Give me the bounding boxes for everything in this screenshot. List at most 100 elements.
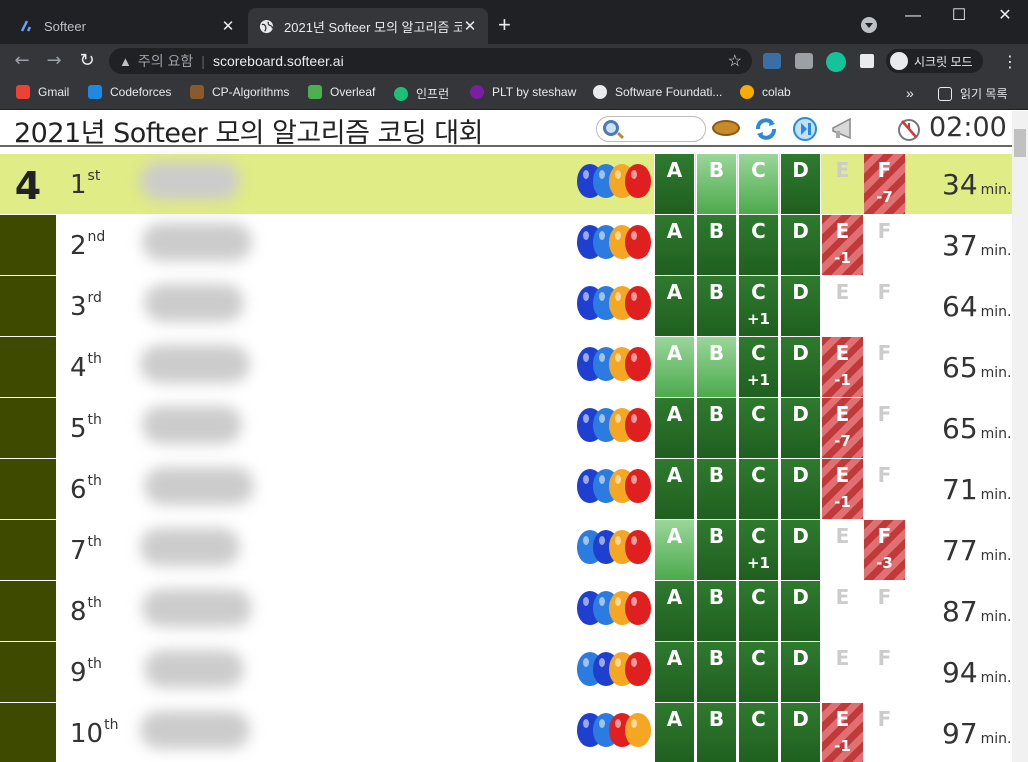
problem-cell-e[interactable]: E -1 [822,703,863,762]
problem-cell-d[interactable]: D [780,520,821,580]
bookmark-gmail[interactable]: Gmail [16,85,69,99]
problem-cell-a[interactable]: A [654,703,695,762]
play-pause-icon[interactable] [792,116,818,142]
scrollbar-thumb[interactable] [1014,129,1026,157]
problem-cell-a[interactable]: A [654,276,695,336]
problem-cell-f[interactable]: F [864,459,905,519]
problem-cell-e[interactable]: E [822,642,863,702]
address-bar[interactable]: ▲ 주의 요함 | scoreboard.softeer.ai ☆ [109,48,752,74]
bookmark-plt[interactable]: PLT by steshaw [470,85,576,99]
bookmark-overleaf[interactable]: Overleaf [308,85,375,99]
refresh-icon[interactable] [753,116,779,142]
problem-cell-f[interactable]: F [864,337,905,397]
bookmark-inflearn[interactable]: 인프런 [394,85,449,102]
problem-cell-f[interactable]: F [864,581,905,641]
kebab-menu-icon[interactable]: ⋮ [1002,52,1018,71]
problem-cell-d[interactable]: D [780,581,821,641]
problem-cell-b[interactable]: B [696,276,737,336]
maximize-button[interactable]: ☐ [944,4,974,28]
minimize-button[interactable]: — [898,4,928,28]
bookmark-cp-algorithms[interactable]: CP-Algorithms [190,85,289,99]
problem-cell-b[interactable]: B [696,642,737,702]
chart-extension-icon[interactable] [795,53,813,69]
bookmark-star-icon[interactable]: ☆ [728,51,742,71]
problem-cell-a[interactable]: A [654,520,695,580]
problem-cell-e[interactable]: E [822,154,863,214]
problem-cell-b[interactable]: B [696,703,737,762]
problem-cell-c[interactable]: C [738,154,779,214]
problem-cell-e[interactable]: E [822,520,863,580]
close-window-button[interactable]: ✕ [990,4,1020,28]
problem-cell-b[interactable]: B [696,215,737,275]
time-unit: min. [980,487,1012,503]
problem-cell-a[interactable]: A [654,215,695,275]
problem-cell-c[interactable]: C +1 [738,276,779,336]
problem-cell-c[interactable]: C [738,459,779,519]
cp-algorithms-icon [190,85,204,99]
problem-cell-e[interactable]: E -1 [822,459,863,519]
more-bookmarks-icon[interactable]: » [906,85,914,101]
problem-cell-e[interactable]: E [822,581,863,641]
close-tab-icon[interactable]: ✕ [220,17,236,35]
extension-icon[interactable] [763,53,781,69]
tab-scoreboard[interactable]: 2021년 Softeer 모의 알고리즘 코딩 대회 ✕ [248,8,488,44]
problem-cell-f[interactable]: F [864,215,905,275]
problem-cell-a[interactable]: A [654,459,695,519]
problem-cell-e[interactable]: E -1 [822,215,863,275]
problem-cell-c[interactable]: C [738,581,779,641]
tab-softeer[interactable]: Softeer ✕ [8,8,246,44]
problem-cell-e[interactable]: E -1 [822,337,863,397]
problem-cell-c[interactable]: C [738,703,779,762]
problem-cell-f[interactable]: F -3 [864,520,905,580]
problem-cell-b[interactable]: B [696,581,737,641]
problem-cell-b[interactable]: B [696,459,737,519]
problem-cell-d[interactable]: D [780,276,821,336]
problem-cell-d[interactable]: D [780,215,821,275]
problem-cell-c[interactable]: C [738,398,779,458]
time-unit: min. [980,243,1012,259]
problem-cell-a[interactable]: A [654,581,695,641]
balloon-toggle-icon[interactable] [712,120,740,136]
problem-cell-c[interactable]: C +1 [738,520,779,580]
incognito-indicator[interactable]: 시크릿 모드 [886,49,983,73]
scrollbar[interactable] [1012,111,1028,762]
problem-cell-d[interactable]: D [780,703,821,762]
problem-cell-f[interactable]: F [864,398,905,458]
problem-cell-d[interactable]: D [780,154,821,214]
problem-cell-d[interactable]: D [780,642,821,702]
problem-cell-d[interactable]: D [780,459,821,519]
problem-cell-f[interactable]: F [864,276,905,336]
problem-cell-a[interactable]: A [654,154,695,214]
new-tab-button[interactable]: + [498,12,511,38]
reload-icon[interactable]: ↻ [75,50,99,72]
problem-cell-d[interactable]: D [780,398,821,458]
problem-cell-f[interactable]: F [864,703,905,762]
bookmark-codeforces[interactable]: Codeforces [88,85,171,99]
puzzle-icon[interactable] [860,54,874,68]
problem-cell-f[interactable]: F -7 [864,154,905,214]
grammarly-icon[interactable] [826,52,846,72]
problem-cell-a[interactable]: A [654,642,695,702]
megaphone-icon[interactable] [830,116,856,142]
problem-cell-b[interactable]: B [696,520,737,580]
problem-cell-d[interactable]: D [780,337,821,397]
problem-cell-e[interactable]: E -7 [822,398,863,458]
bookmark-colab[interactable]: colab [740,85,791,99]
forward-arrow-icon[interactable]: → [42,50,66,72]
bookmark-software-foundations[interactable]: Software Foundati... [593,85,722,99]
reading-list[interactable]: 읽기 목록 [938,85,1008,102]
problem-cell-c[interactable]: C [738,642,779,702]
problem-cell-c[interactable]: C [738,215,779,275]
back-arrow-icon[interactable]: ← [10,50,34,72]
problem-cell-b[interactable]: B [696,398,737,458]
problem-cell-b[interactable]: B [696,154,737,214]
problem-cell-c[interactable]: C +1 [738,337,779,397]
tab-search-icon[interactable] [861,17,877,33]
problem-cell-e[interactable]: E [822,276,863,336]
problem-cell-a[interactable]: A [654,398,695,458]
problem-cell-a[interactable]: A [654,337,695,397]
close-tab-icon[interactable]: ✕ [462,17,478,35]
problem-cell-f[interactable]: F [864,642,905,702]
problem-cell-b[interactable]: B [696,337,737,397]
search-input[interactable] [596,116,706,142]
